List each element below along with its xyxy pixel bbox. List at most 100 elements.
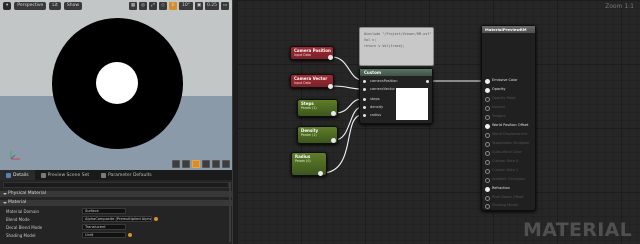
plane-icon[interactable] <box>192 160 200 168</box>
custom-data-1-pin[interactable]: Custom Data 1 <box>485 168 518 174</box>
radius-sub: Param (0) <box>295 159 311 163</box>
custom-input-pin[interactable]: radius <box>363 113 381 118</box>
sphere-icon[interactable] <box>182 160 190 168</box>
steps-title: Steps Param (1) <box>298 100 337 111</box>
cylinder-icon[interactable] <box>172 160 180 168</box>
density-title: Density Param (1) <box>298 127 337 138</box>
scale-tool-button[interactable]: ⤢ <box>149 2 157 10</box>
cube-icon[interactable] <box>202 160 210 168</box>
reset-icon[interactable] <box>154 217 158 221</box>
camera-vector-title: Camera Vector Input Data <box>291 75 333 86</box>
decal-blend-mode-select[interactable]: Translucent <box>82 224 126 230</box>
custom-output-pin[interactable] <box>426 80 429 83</box>
custom-input-pin[interactable]: density <box>363 105 383 110</box>
parameter-icon <box>101 172 107 178</box>
show-button[interactable]: Show <box>63 2 83 10</box>
scale-snap-button[interactable]: ▣ <box>195 2 203 10</box>
preview-viewport[interactable]: ▾ Perspective Lit Show ▦ ◎ ⤢ ◇ 8 10° ▣ 0… <box>0 0 232 170</box>
viewport-right-tools: ▦ ◎ ⤢ ◇ 8 10° ▣ 0.25 ▭ <box>129 2 229 10</box>
tangent-pin[interactable]: Tangent <box>485 114 506 120</box>
transform-tool-button[interactable]: ▦ <box>129 2 137 10</box>
blend-mode-label: Blend Mode <box>6 216 30 222</box>
radius-title: Radius Param (0) <box>292 153 326 164</box>
lit-button[interactable]: Lit <box>49 2 61 10</box>
steps-output-pin[interactable] <box>331 111 336 116</box>
pixel-depth-offset-pin[interactable]: Pixel Depth Offset <box>485 195 524 201</box>
world-displacement-pin[interactable]: World Displacement <box>485 132 527 138</box>
density-sub: Param (1) <box>301 133 317 137</box>
teapot-icon[interactable] <box>222 160 230 168</box>
result-node-title: MaterialPreviewRM <box>482 26 535 33</box>
custom-input-pin[interactable]: steps <box>363 97 380 102</box>
details-panel: Details Preview Scene Set Parameter Defa… <box>0 170 232 244</box>
shading-model-select[interactable]: Unlit <box>82 232 126 238</box>
perspective-button[interactable]: Perspective <box>14 2 47 10</box>
shading-model-pin[interactable]: Shading Model <box>485 203 518 209</box>
perspective-label: Perspective <box>17 3 44 8</box>
mesh-icon[interactable] <box>212 160 220 168</box>
camera-vector-sub: Input Data <box>294 81 311 85</box>
rotate-tool-button[interactable]: ◎ <box>139 2 147 10</box>
grid-snap-button[interactable]: 8 <box>169 2 177 10</box>
reset-icon[interactable] <box>128 233 132 237</box>
camera-position-title: Camera Position Input Data <box>291 47 333 58</box>
material-domain-select[interactable]: Surface <box>82 208 126 214</box>
camera-vector-output-pin[interactable] <box>328 84 333 89</box>
density-output-pin[interactable] <box>331 138 336 143</box>
scale-snap-value[interactable]: 0.25 <box>205 2 219 10</box>
normal-pin[interactable]: Normal <box>485 105 505 111</box>
camera-position-sub: Input Data <box>294 53 311 57</box>
opacity-mask-pin[interactable]: Opacity Mask <box>485 96 516 102</box>
material-section[interactable]: Material <box>0 200 232 206</box>
emissive-color-pin[interactable]: Emissive Color <box>485 78 518 84</box>
details-scrollbar[interactable] <box>229 182 231 242</box>
material-graph[interactable]: Zoom 1:1 Camera Position Input Data Camer… <box>237 0 640 244</box>
radius-output-pin[interactable] <box>318 171 323 176</box>
tab-preview-scene-label: Preview Scene Set <box>47 172 90 178</box>
viewport-menu-button[interactable]: ▾ <box>3 2 12 10</box>
chevron-down-icon: ▾ <box>6 3 9 8</box>
show-label: Show <box>66 3 80 8</box>
tab-details[interactable]: Details <box>0 170 35 180</box>
subsurface-color-pin[interactable]: Subsurface Color <box>485 150 522 156</box>
camera-position-output-pin[interactable] <box>328 55 333 60</box>
preview-center-sphere <box>96 62 138 104</box>
shading-model-label: Shading Model <box>6 232 36 238</box>
tab-parameter-defaults[interactable]: Parameter Defaults <box>95 170 158 180</box>
refraction-pin[interactable]: Refraction <box>485 186 510 192</box>
steps-sub: Param (1) <box>301 106 317 110</box>
details-search-input[interactable] <box>3 182 229 188</box>
custom-node-title: Custom <box>360 69 432 76</box>
blend-mode-row: Blend Mode AlphaComposite (Premultiplied… <box>0 215 232 223</box>
custom-input-pin[interactable]: cameraPosition <box>363 79 398 84</box>
decal-blend-mode-row: Decal Blend Mode Translucent <box>0 223 232 231</box>
custom-input-pin[interactable]: cameraVector <box>363 87 395 92</box>
ambient-occlusion-pin[interactable]: Ambient Occlusion <box>485 177 525 183</box>
world-position-offset-pin[interactable]: World Position Offset <box>485 123 528 129</box>
camera-speed-button[interactable]: ▭ <box>221 2 229 10</box>
tab-parameter-defaults-label: Parameter Defaults <box>108 172 152 178</box>
material-domain-label: Material Domain <box>6 208 40 214</box>
tessellation-multiplier-pin[interactable]: Tessellation Multiplier <box>485 141 530 147</box>
scene-icon <box>40 172 46 178</box>
custom-code-box[interactable]: #include "/Project/Viewer/RM.usf" Vol v;… <box>359 27 434 66</box>
rotation-snap-button[interactable]: 10° <box>179 2 193 10</box>
tab-preview-scene-set[interactable]: Preview Scene Set <box>35 170 96 180</box>
opacity-pin[interactable]: Opacity <box>485 87 505 93</box>
decal-blend-mode-label: Decal Blend Mode <box>6 224 43 230</box>
physical-material-section[interactable]: Physical Material <box>0 191 232 197</box>
shading-model-row: Shading Model Unlit <box>0 231 232 239</box>
custom-node[interactable]: Custom cameraPosition cameraVector steps… <box>359 68 433 124</box>
code-line: return v.Vol(trace); <box>364 44 405 48</box>
custom-preview-swatch <box>396 88 428 120</box>
material-result-node[interactable]: MaterialPreviewRM Emissive Color Opacity… <box>481 25 536 211</box>
surface-snap-button[interactable]: ◇ <box>159 2 167 10</box>
axis-gizmo-icon <box>10 151 20 160</box>
graph-wires <box>321 56 485 174</box>
preview-mesh-icons <box>172 160 230 168</box>
details-icon <box>6 172 11 178</box>
viewport-toolbar: ▾ Perspective Lit Show ▦ ◎ ⤢ ◇ 8 10° ▣ 0… <box>0 0 232 12</box>
custom-data-0-pin[interactable]: Custom Data 0 <box>485 159 518 165</box>
blend-mode-select[interactable]: AlphaComposite (Premultiplied Alpha) <box>82 216 152 222</box>
material-domain-row: Material Domain Surface <box>0 207 232 215</box>
